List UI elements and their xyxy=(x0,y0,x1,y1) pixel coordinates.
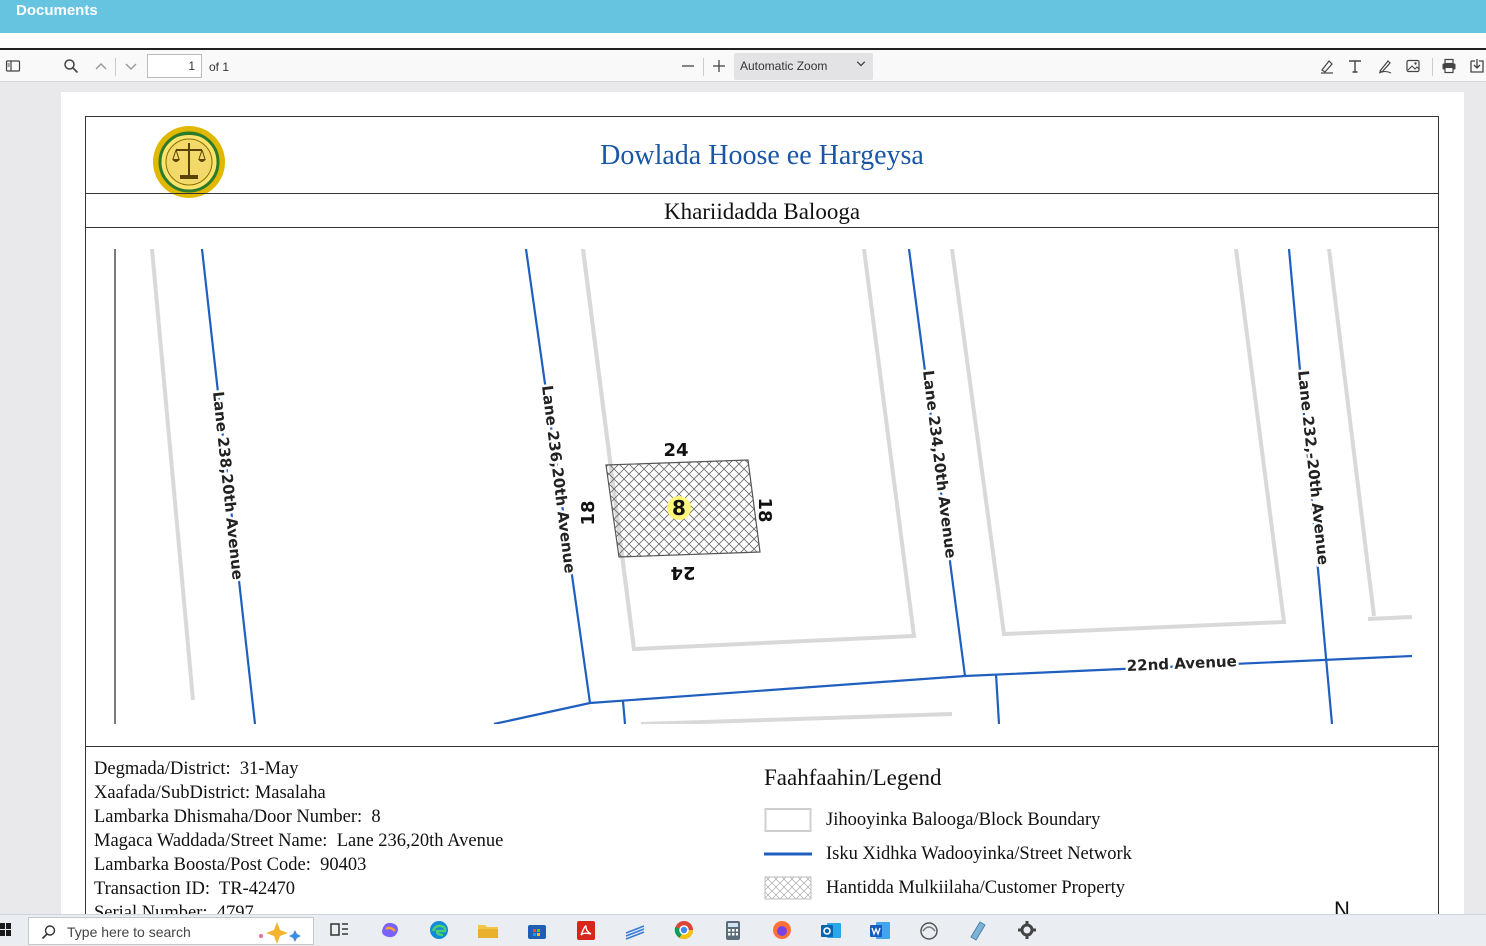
info-row: Transaction ID: TR-42470 xyxy=(94,877,503,901)
street-label: 22nd Avenue xyxy=(1126,652,1237,675)
app-title: Documents xyxy=(16,2,98,19)
page-count-label: of 1 xyxy=(209,60,230,74)
info-label: Degmada/District: xyxy=(94,759,231,779)
pdf-reader-icon[interactable] xyxy=(574,919,598,941)
info-label: Magaca Waddada/Street Name: xyxy=(94,831,328,851)
legend-title: Faahfaahin/Legend xyxy=(764,765,942,790)
title-bar: Documents xyxy=(0,0,1486,33)
divider xyxy=(703,58,704,76)
info-row: Degmada/District: 31-May xyxy=(94,757,503,781)
notes-app-icon[interactable] xyxy=(966,919,990,941)
info-row: Lambarka Dhismaha/Door Number: 8 xyxy=(94,805,503,829)
info-value: Masalaha xyxy=(254,783,326,803)
info-label: Transaction ID: xyxy=(94,879,210,899)
customer-property-swatch xyxy=(764,876,812,900)
outlook-icon[interactable] xyxy=(819,919,843,941)
file-explorer-icon[interactable] xyxy=(476,919,500,941)
divider xyxy=(86,227,1438,228)
map-legend: Faahfaahin/Legend Jihooyinka Balooga/Blo… xyxy=(764,765,1132,900)
chevron-up-icon[interactable] xyxy=(92,55,110,77)
map-document-frame: Dowlada Hoose ee Hargeysa Khariidadda Ba… xyxy=(85,116,1439,926)
page-number-input[interactable]: 1 xyxy=(147,54,202,78)
text-icon[interactable] xyxy=(1346,55,1364,77)
store-icon[interactable] xyxy=(525,919,549,941)
chrome-icon[interactable] xyxy=(672,919,696,941)
document-subtitle: Khariidadda Balooga xyxy=(663,199,861,224)
calculator-icon[interactable] xyxy=(721,919,745,941)
pdf-page: Dowlada Hoose ee Hargeysa Khariidadda Ba… xyxy=(61,92,1464,926)
document-viewer[interactable]: Dowlada Hoose ee Hargeysa Khariidadda Ba… xyxy=(0,82,1486,926)
firefox-icon[interactable] xyxy=(770,919,794,941)
street-label: Lane 236,20th Avenue xyxy=(538,384,579,574)
info-label: Xaafada/SubDistrict: xyxy=(94,783,251,803)
info-row: Magaca Waddada/Street Name: Lane 236,20t… xyxy=(94,829,503,853)
street-label: Lane 234,20th Avenue xyxy=(919,369,960,559)
chevron-down-icon[interactable] xyxy=(122,55,140,77)
save-icon[interactable] xyxy=(1468,55,1486,77)
info-value: 90403 xyxy=(320,855,367,875)
zoom-out-icon[interactable] xyxy=(679,55,697,77)
zoom-select[interactable]: Automatic Zoom xyxy=(734,53,873,80)
image-icon[interactable] xyxy=(1404,55,1422,77)
legend-label: Jihooyinka Balooga/Block Boundary xyxy=(826,810,1101,830)
network-app-icon[interactable] xyxy=(917,919,941,941)
search-icon xyxy=(41,925,56,940)
windows-start-icon[interactable] xyxy=(0,923,12,937)
divider xyxy=(86,746,1438,747)
edge-browser-icon[interactable] xyxy=(427,919,451,941)
street-label: Lane 238,20th Avenue xyxy=(209,391,247,581)
search-placeholder: Type here to search xyxy=(67,924,191,940)
info-value: 31-May xyxy=(239,759,299,779)
taskbar-search-input[interactable]: Type here to search xyxy=(28,917,314,945)
street-network-swatch xyxy=(764,852,812,856)
divider xyxy=(1432,58,1433,76)
zoom-in-icon[interactable] xyxy=(710,55,728,77)
info-value: Lane 236,20th Avenue xyxy=(336,831,504,851)
app-icon[interactable] xyxy=(623,919,647,941)
highlight-icon[interactable] xyxy=(1318,55,1336,77)
task-view-icon[interactable] xyxy=(328,919,352,941)
spacer xyxy=(0,33,1486,48)
divider xyxy=(115,58,116,76)
chevron-down-icon xyxy=(855,53,867,80)
legend-label: Isku Xidhka Wadooyinka/Street Network xyxy=(826,844,1132,864)
property-info: Degmada/District: 31-May Xaafada/SubDist… xyxy=(94,757,503,925)
parcel-dimension: 24 xyxy=(670,562,695,583)
info-row: Xaafada/SubDistrict: Masalaha xyxy=(94,781,503,805)
print-icon[interactable] xyxy=(1440,55,1458,77)
parcel-dimension: 18 xyxy=(578,500,599,525)
divider xyxy=(86,193,1438,194)
zoom-select-label: Automatic Zoom xyxy=(740,59,828,73)
info-value: TR-42470 xyxy=(218,879,295,899)
info-row: Lambarka Boosta/Post Code: 90403 xyxy=(94,853,503,877)
parcel-number: 8 xyxy=(672,496,686,520)
sidebar-toggle-icon[interactable] xyxy=(4,55,22,77)
pdf-toolbar: 1 of 1 Automatic Zoom xyxy=(0,48,1486,82)
taskbar: Type here to search xyxy=(0,914,1486,945)
copilot-sparkle-icon xyxy=(259,922,301,944)
word-icon[interactable] xyxy=(868,919,892,941)
block-map: Lane 238,20th Avenue Lane 236,20th Avenu… xyxy=(114,248,1413,726)
street-label: Lane 232,-20th Avenue xyxy=(1294,370,1332,566)
document-title: Dowlada Hoose ee Hargeysa xyxy=(600,140,924,171)
info-label: Lambarka Dhismaha/Door Number: xyxy=(94,807,363,827)
search-icon[interactable] xyxy=(62,55,80,77)
parcel-dimension: 18 xyxy=(754,497,775,522)
legend-label: Hantidda Mulkiilaha/Customer Property xyxy=(826,878,1126,898)
settings-gear-icon[interactable] xyxy=(1015,919,1039,941)
parcel-dimension: 24 xyxy=(663,440,688,461)
info-label: Lambarka Boosta/Post Code: xyxy=(94,855,311,875)
copilot-icon[interactable] xyxy=(378,919,402,941)
block-boundary-swatch xyxy=(764,808,812,832)
info-value: 8 xyxy=(371,807,381,827)
draw-icon[interactable] xyxy=(1376,55,1394,77)
